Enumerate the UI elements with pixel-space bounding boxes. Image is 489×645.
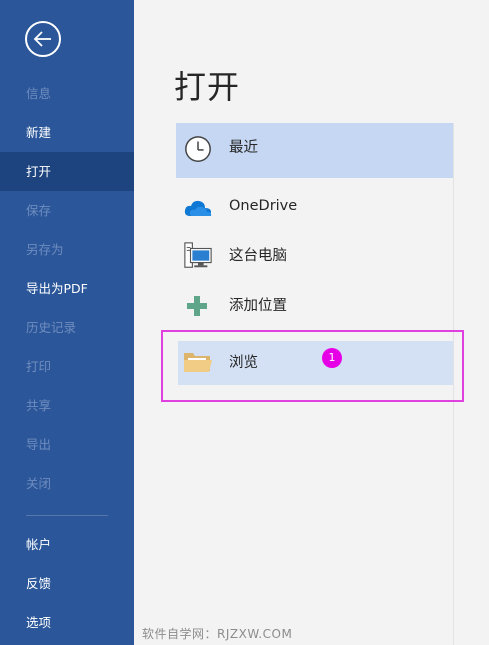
location-label: 这台电脑: [229, 248, 287, 264]
nav-account[interactable]: 帐户: [0, 525, 134, 564]
location-label: OneDrive: [229, 198, 298, 214]
nav-new[interactable]: 新建: [0, 113, 134, 152]
backstage-sidebar: 信息 新建 打开 保存 另存为 导出为PDF 历史记录 打印 共享 导出 关闭 …: [0, 0, 134, 645]
back-button[interactable]: [25, 21, 61, 57]
nav-save-as[interactable]: 另存为: [0, 230, 134, 269]
location-add-place[interactable]: 添加位置: [176, 281, 453, 331]
location-label: 浏览: [229, 355, 258, 371]
cloud-icon: [184, 200, 212, 216]
location-this-pc[interactable]: 这台电脑: [176, 231, 453, 281]
location-recent[interactable]: 最近: [176, 123, 453, 178]
nav-export-pdf[interactable]: 导出为PDF: [0, 269, 134, 308]
watermark: 软件自学网：RJZXW.COM: [142, 627, 293, 641]
page-title: 打开: [174, 68, 241, 106]
open-pane: 打开 最近 OneDrive 这台电脑 添加位置 浏览 1 软件自学网：RJZX…: [134, 0, 489, 645]
clock-icon: [185, 136, 211, 162]
step-badge: 1: [322, 348, 342, 368]
sidebar-divider: [26, 515, 108, 516]
nav-options[interactable]: 选项: [0, 603, 134, 642]
location-onedrive[interactable]: OneDrive: [176, 181, 453, 231]
plus-icon: [187, 296, 207, 316]
nav-open[interactable]: 打开: [0, 152, 134, 191]
location-label: 添加位置: [229, 298, 287, 314]
nav-export[interactable]: 导出: [0, 425, 134, 464]
folder-icon: [184, 353, 212, 372]
nav-share[interactable]: 共享: [0, 386, 134, 425]
nav-close[interactable]: 关闭: [0, 464, 134, 503]
nav-save[interactable]: 保存: [0, 191, 134, 230]
location-label: 最近: [229, 140, 258, 156]
nav-feedback[interactable]: 反馈: [0, 564, 134, 603]
back-arrow-icon: [33, 31, 51, 47]
computer-icon: [184, 242, 212, 268]
nav-print[interactable]: 打印: [0, 347, 134, 386]
location-browse[interactable]: 浏览: [178, 341, 453, 385]
nav-history[interactable]: 历史记录: [0, 308, 134, 347]
nav-info[interactable]: 信息: [0, 74, 134, 113]
